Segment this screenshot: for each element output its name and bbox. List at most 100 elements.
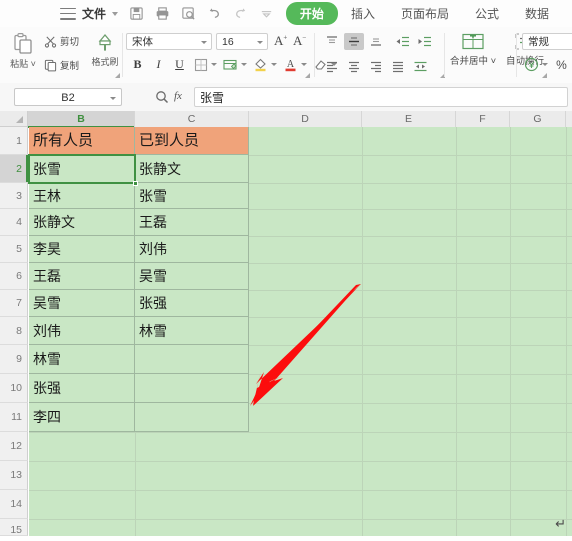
align-bottom-button[interactable] [366,33,386,50]
redo-icon[interactable] [233,6,248,21]
row-header-13[interactable]: 13 [0,461,28,490]
row-header-4[interactable]: 4 [0,209,28,236]
column-header-b[interactable]: B [28,111,135,128]
tab-page-layout[interactable]: 页面布局 [388,2,462,25]
paste-button[interactable]: 粘贴 ˅ [6,32,40,70]
percent-style-button[interactable]: % [552,55,571,74]
row-header-3[interactable]: 3 [0,183,28,209]
row-header-10[interactable]: 10 [0,374,28,403]
cell-b10[interactable]: 张强 [29,374,135,403]
chevron-down-icon[interactable] [201,41,207,44]
font-name-input[interactable]: 宋体 [126,33,212,50]
cell-b7[interactable]: 吴雪 [29,290,135,317]
merge-center-button[interactable]: 合并居中 ˅ [450,32,496,67]
italic-button[interactable]: I [149,55,168,74]
column-header-h[interactable] [566,111,572,127]
align-justify-button[interactable] [388,58,408,75]
cell-c7[interactable]: 张强 [135,290,249,317]
column-header-e[interactable]: E [362,111,456,127]
number-format-select[interactable]: 常规 [522,33,572,50]
search-icon[interactable] [155,90,169,109]
copy-button[interactable]: 复制 [44,58,79,72]
cell-style-icon[interactable] [221,55,240,74]
cell-c10[interactable] [135,374,249,403]
cell-b9[interactable]: 林雪 [29,345,135,374]
row-header-12[interactable]: 12 [0,432,28,461]
borders-dropdown-icon[interactable] [211,63,217,66]
cell-style-dropdown-icon[interactable] [241,63,247,66]
cell-c4[interactable]: 王磊 [135,209,249,236]
print-icon[interactable] [155,6,170,21]
grow-font-button[interactable]: A+ [274,33,287,49]
tab-insert[interactable]: 插入 [338,2,388,25]
cell-b8[interactable]: 刘伟 [29,317,135,345]
cell-b11[interactable]: 李四 [29,403,135,432]
fill-color-icon[interactable] [251,55,270,74]
distribute-button[interactable] [410,58,430,75]
cell-c3[interactable]: 张雪 [135,183,249,209]
row-header-6[interactable]: 6 [0,263,28,290]
save-icon[interactable] [129,6,144,21]
column-header-c[interactable]: C [135,111,249,127]
align-left-button[interactable] [322,58,342,75]
cell-b6[interactable]: 王磊 [29,263,135,290]
cell-b5[interactable]: 李昊 [29,236,135,263]
align-center-button[interactable] [344,58,364,75]
cell-b1[interactable]: 所有人员 [29,127,135,155]
format-painter-button[interactable]: 格式刷 [88,32,122,68]
cell-b2[interactable]: 张雪 [29,155,135,183]
cell-c6[interactable]: 吴雪 [135,263,249,290]
row-header-9[interactable]: 9 [0,345,28,374]
fill-handle[interactable] [133,181,138,186]
decrease-indent-button[interactable] [392,33,412,50]
font-dialog-launcher[interactable] [303,71,310,78]
font-color-dropdown-icon[interactable] [301,63,307,66]
file-menu-button[interactable]: 文件 [82,5,106,22]
cell-c9[interactable] [135,345,249,374]
underline-button[interactable]: U [170,55,189,74]
row-header-11[interactable]: 11 [0,403,28,432]
fx-label[interactable]: fx [174,90,182,102]
name-box[interactable]: B2 [14,88,122,106]
bold-button[interactable]: B [128,55,147,74]
cell-c2[interactable]: 张静文 [135,155,249,183]
chevron-down-icon[interactable] [110,97,116,100]
currency-icon[interactable] [522,55,541,74]
row-header-5[interactable]: 5 [0,236,28,263]
row-header-15[interactable]: 15 [0,519,28,536]
print-preview-icon[interactable] [181,6,196,21]
column-header-d[interactable]: D [249,111,362,127]
cell-c1[interactable]: 已到人员 [135,127,249,155]
tab-start[interactable]: 开始 [285,2,338,25]
row-header-14[interactable]: 14 [0,490,28,519]
borders-icon[interactable] [191,55,210,74]
font-size-input[interactable]: 16 [216,33,268,50]
clipboard-dialog-launcher[interactable] [113,71,120,78]
font-color-icon[interactable]: A [281,55,300,74]
align-right-button[interactable] [366,58,386,75]
fill-color-dropdown-icon[interactable] [271,63,277,66]
cell-c8[interactable]: 林雪 [135,317,249,345]
chevron-down-icon[interactable] [112,11,119,16]
select-all-corner[interactable] [0,111,28,127]
cell-c5[interactable]: 刘伟 [135,236,249,263]
hamburger-icon[interactable] [60,7,76,20]
shrink-font-button[interactable]: A− [293,33,306,49]
align-middle-button[interactable] [344,33,364,50]
row-header-7[interactable]: 7 [0,290,28,317]
customize-toolbar-icon[interactable] [259,6,274,21]
row-header-8[interactable]: 8 [0,317,28,345]
column-header-g[interactable]: G [510,111,566,127]
spreadsheet-grid[interactable]: B C D E F G 1 2 3 4 5 6 7 8 9 10 11 12 1… [0,111,572,536]
tab-formula[interactable]: 公式 [462,2,512,25]
cell-b3[interactable]: 王林 [29,183,135,209]
cell-c11[interactable] [135,403,249,432]
cell-b4[interactable]: 张静文 [29,209,135,236]
tab-data[interactable]: 数据 [512,2,562,25]
undo-icon[interactable] [207,6,222,21]
currency-dropdown-icon[interactable] [542,63,548,66]
row-header-1[interactable]: 1 [0,127,28,155]
increase-indent-button[interactable] [414,33,434,50]
cut-button[interactable]: 剪切 [44,34,79,48]
column-header-f[interactable]: F [456,111,510,127]
